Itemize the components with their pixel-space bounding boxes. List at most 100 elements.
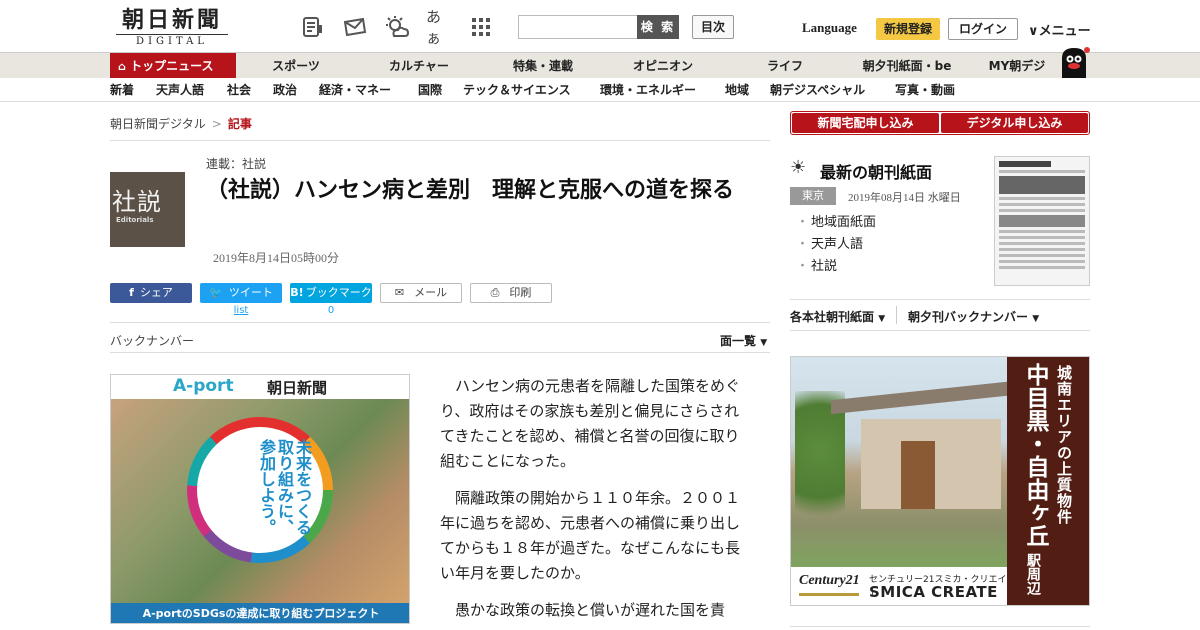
ad-vertical-panel: 城南エリアの上質物件 中目黒・自由ヶ丘 駅周辺 [1007,357,1089,605]
signup-button[interactable]: 新規登録 [876,18,940,40]
thumb-photo [999,176,1085,194]
thumb-headline [999,161,1051,167]
nav-item-life[interactable]: ライフ [740,53,830,79]
article-paragraph: 隔離政策の開始から１１０年余。２００１年に過ちを認め、元患者への補償に乗り出して… [440,489,741,582]
thumb-line [999,236,1085,239]
subnav-economy[interactable]: 経済・マネー [319,78,391,102]
ad-tagline: 未来をつくる取り組みに、参加しよう。 [257,439,312,535]
login-button[interactable]: ログイン [948,18,1018,40]
caret-down-icon: ▼ [760,338,768,348]
subnav-society[interactable]: 社会 [227,78,251,102]
site-header: 朝日新聞 DIGITAL あぁ 検 索 目次 Language 新規登録 ログイ… [0,0,1200,52]
print-icon: ⎙ [490,286,500,299]
hatena-bookmark-button[interactable]: B! ブックマーク [290,283,372,303]
divider [110,352,770,353]
home-icon: ⌂ [118,60,126,73]
thumb-photo [999,215,1085,227]
article-date: 2019年8月14日05時00分 [213,251,340,265]
weather-icon[interactable] [384,14,410,40]
logo-main-text: 朝日新聞 [121,7,222,33]
mail-share-icon: ✉ [394,286,405,299]
sun-icon: ☀ [790,157,807,178]
print-button[interactable]: ⎙ 印刷 [470,283,552,303]
divider [110,140,770,141]
aport-logo: A-port [173,376,234,396]
hatena-count[interactable]: 0 [290,305,372,316]
article-series[interactable]: 連載：社説 [206,155,266,172]
subscribe-digital-button[interactable]: デジタル申し込み [941,113,1088,133]
twitter-icon: 🐦 [209,286,223,299]
nav-item-culture[interactable]: カルチャー [372,53,466,79]
newspaper-icon[interactable] [300,14,326,40]
region-badge: 東京 [790,187,836,205]
morning-paper-links: 地域面紙面 天声人語 社説 [796,212,876,278]
language-link[interactable]: Language [802,20,857,36]
breadcrumb-home[interactable]: 朝日新聞デジタル [110,117,206,131]
subnav-tenseijingo[interactable]: 天声人語 [156,78,204,102]
ad-footer: A-portのSDGsの達成に取り組むプロジェクト [111,603,409,623]
mail-share-label: メール [414,286,448,299]
smica-en-name: SMICA CREATE [869,583,998,601]
nav-item-paper[interactable]: 朝夕刊紙面・be [854,53,960,79]
search-button[interactable]: 検 索 [637,15,679,39]
search-input[interactable] [518,15,638,39]
toc-button[interactable]: 目次 [692,15,734,39]
subnav-tech[interactable]: テック＆サイエンス [463,78,571,102]
thumb-line [999,203,1085,206]
thumb-line [999,260,1085,263]
century21-underline [799,593,859,596]
nav-item-sports[interactable]: スポーツ [250,53,342,79]
tab-paper-backnumber[interactable]: 朝夕刊バックナンバー ▼ [908,308,1039,325]
article-body: ハンセン病の元患者を隔離した国策をめぐり、政府はその家族も差別と偏見にさらされて… [440,374,750,630]
subscribe-home-button[interactable]: 新聞宅配申し込み [792,113,939,133]
page-list-dropdown[interactable]: 面一覧 ▼ [720,332,767,349]
grid-icon[interactable] [468,14,494,40]
header-icons: あぁ [300,8,494,47]
twitter-share-button[interactable]: 🐦 ツイート [200,283,282,303]
caret-down-icon: ▼ [1032,314,1040,324]
nav-top-news[interactable]: ⌂ トップニュース [110,53,236,79]
nav-item-opinion[interactable]: オピニオン [616,53,710,79]
subnav-politics[interactable]: 政治 [273,78,297,102]
subnav-environment[interactable]: 環境・エネルギー [600,78,696,102]
facebook-icon: f [129,286,134,299]
editorial-category-image[interactable]: 社説 Editorials [110,172,185,247]
link-tenseijingo[interactable]: 天声人語 [796,234,876,256]
link-editorial[interactable]: 社説 [796,256,876,278]
site-logo[interactable]: 朝日新聞 DIGITAL [116,7,228,47]
mail-share-button[interactable]: ✉ メール [380,283,462,303]
subnav-new[interactable]: 新着 [110,78,134,102]
ad-line-2: 中目黒・自由ヶ丘 [1022,363,1049,547]
menu-button[interactable]: ∨メニュー [1028,20,1091,39]
chevron-down-icon: ∨ [1028,24,1039,39]
backnumber-label[interactable]: バックナンバー [110,332,194,349]
breadcrumb-current: 記事 [227,117,252,131]
subnav-region[interactable]: 地域 [725,78,749,102]
thumb-line [999,170,1085,173]
font-size-icon[interactable]: あぁ [426,8,452,47]
aport-advertisement[interactable]: A-port 朝日新聞 未来をつくる取り組みに、参加しよう。 A-portのSD… [110,374,410,624]
article-title: （社説）ハンセン病と差別 理解と克服への道を探る [206,178,735,203]
newspaper-thumbnail[interactable] [994,156,1090,286]
century21-advertisement[interactable]: 城南エリアの上質物件 中目黒・自由ヶ丘 駅周辺 Century21 センチュリー… [790,356,1090,606]
facebook-share-button[interactable]: f シェア [110,283,192,303]
subnav-photo[interactable]: 写真・動画 [895,78,955,102]
divider [110,322,770,323]
link-local-paper[interactable]: 地域面紙面 [796,212,876,234]
ad-line-1: 城南エリアの上質物件 [1055,365,1073,525]
subnav-special[interactable]: 朝デジスペシャル [770,78,865,102]
tab-regional-morning[interactable]: 各本社朝刊紙面 ▼ [790,308,885,325]
ad-house-roof [831,381,1007,415]
thumb-line [999,242,1085,245]
mail-icon[interactable] [342,14,368,40]
thumb-line [999,197,1085,200]
article-paragraph: ハンセン病の元患者を隔離した国策をめぐり、政府はその家族も差別と偏見にさらされて… [440,377,741,470]
nav-item-my[interactable]: MY朝デジ [980,53,1054,79]
thumb-line [999,266,1085,269]
twitter-list-link[interactable]: list [200,305,282,316]
subnav-world[interactable]: 国際 [418,78,442,102]
nav-item-features[interactable]: 特集・連載 [496,53,590,79]
divider [790,330,1090,331]
nav-top-news-label: トップニュース [130,59,214,73]
morning-paper-title[interactable]: 最新の朝刊紙面 [820,159,932,183]
